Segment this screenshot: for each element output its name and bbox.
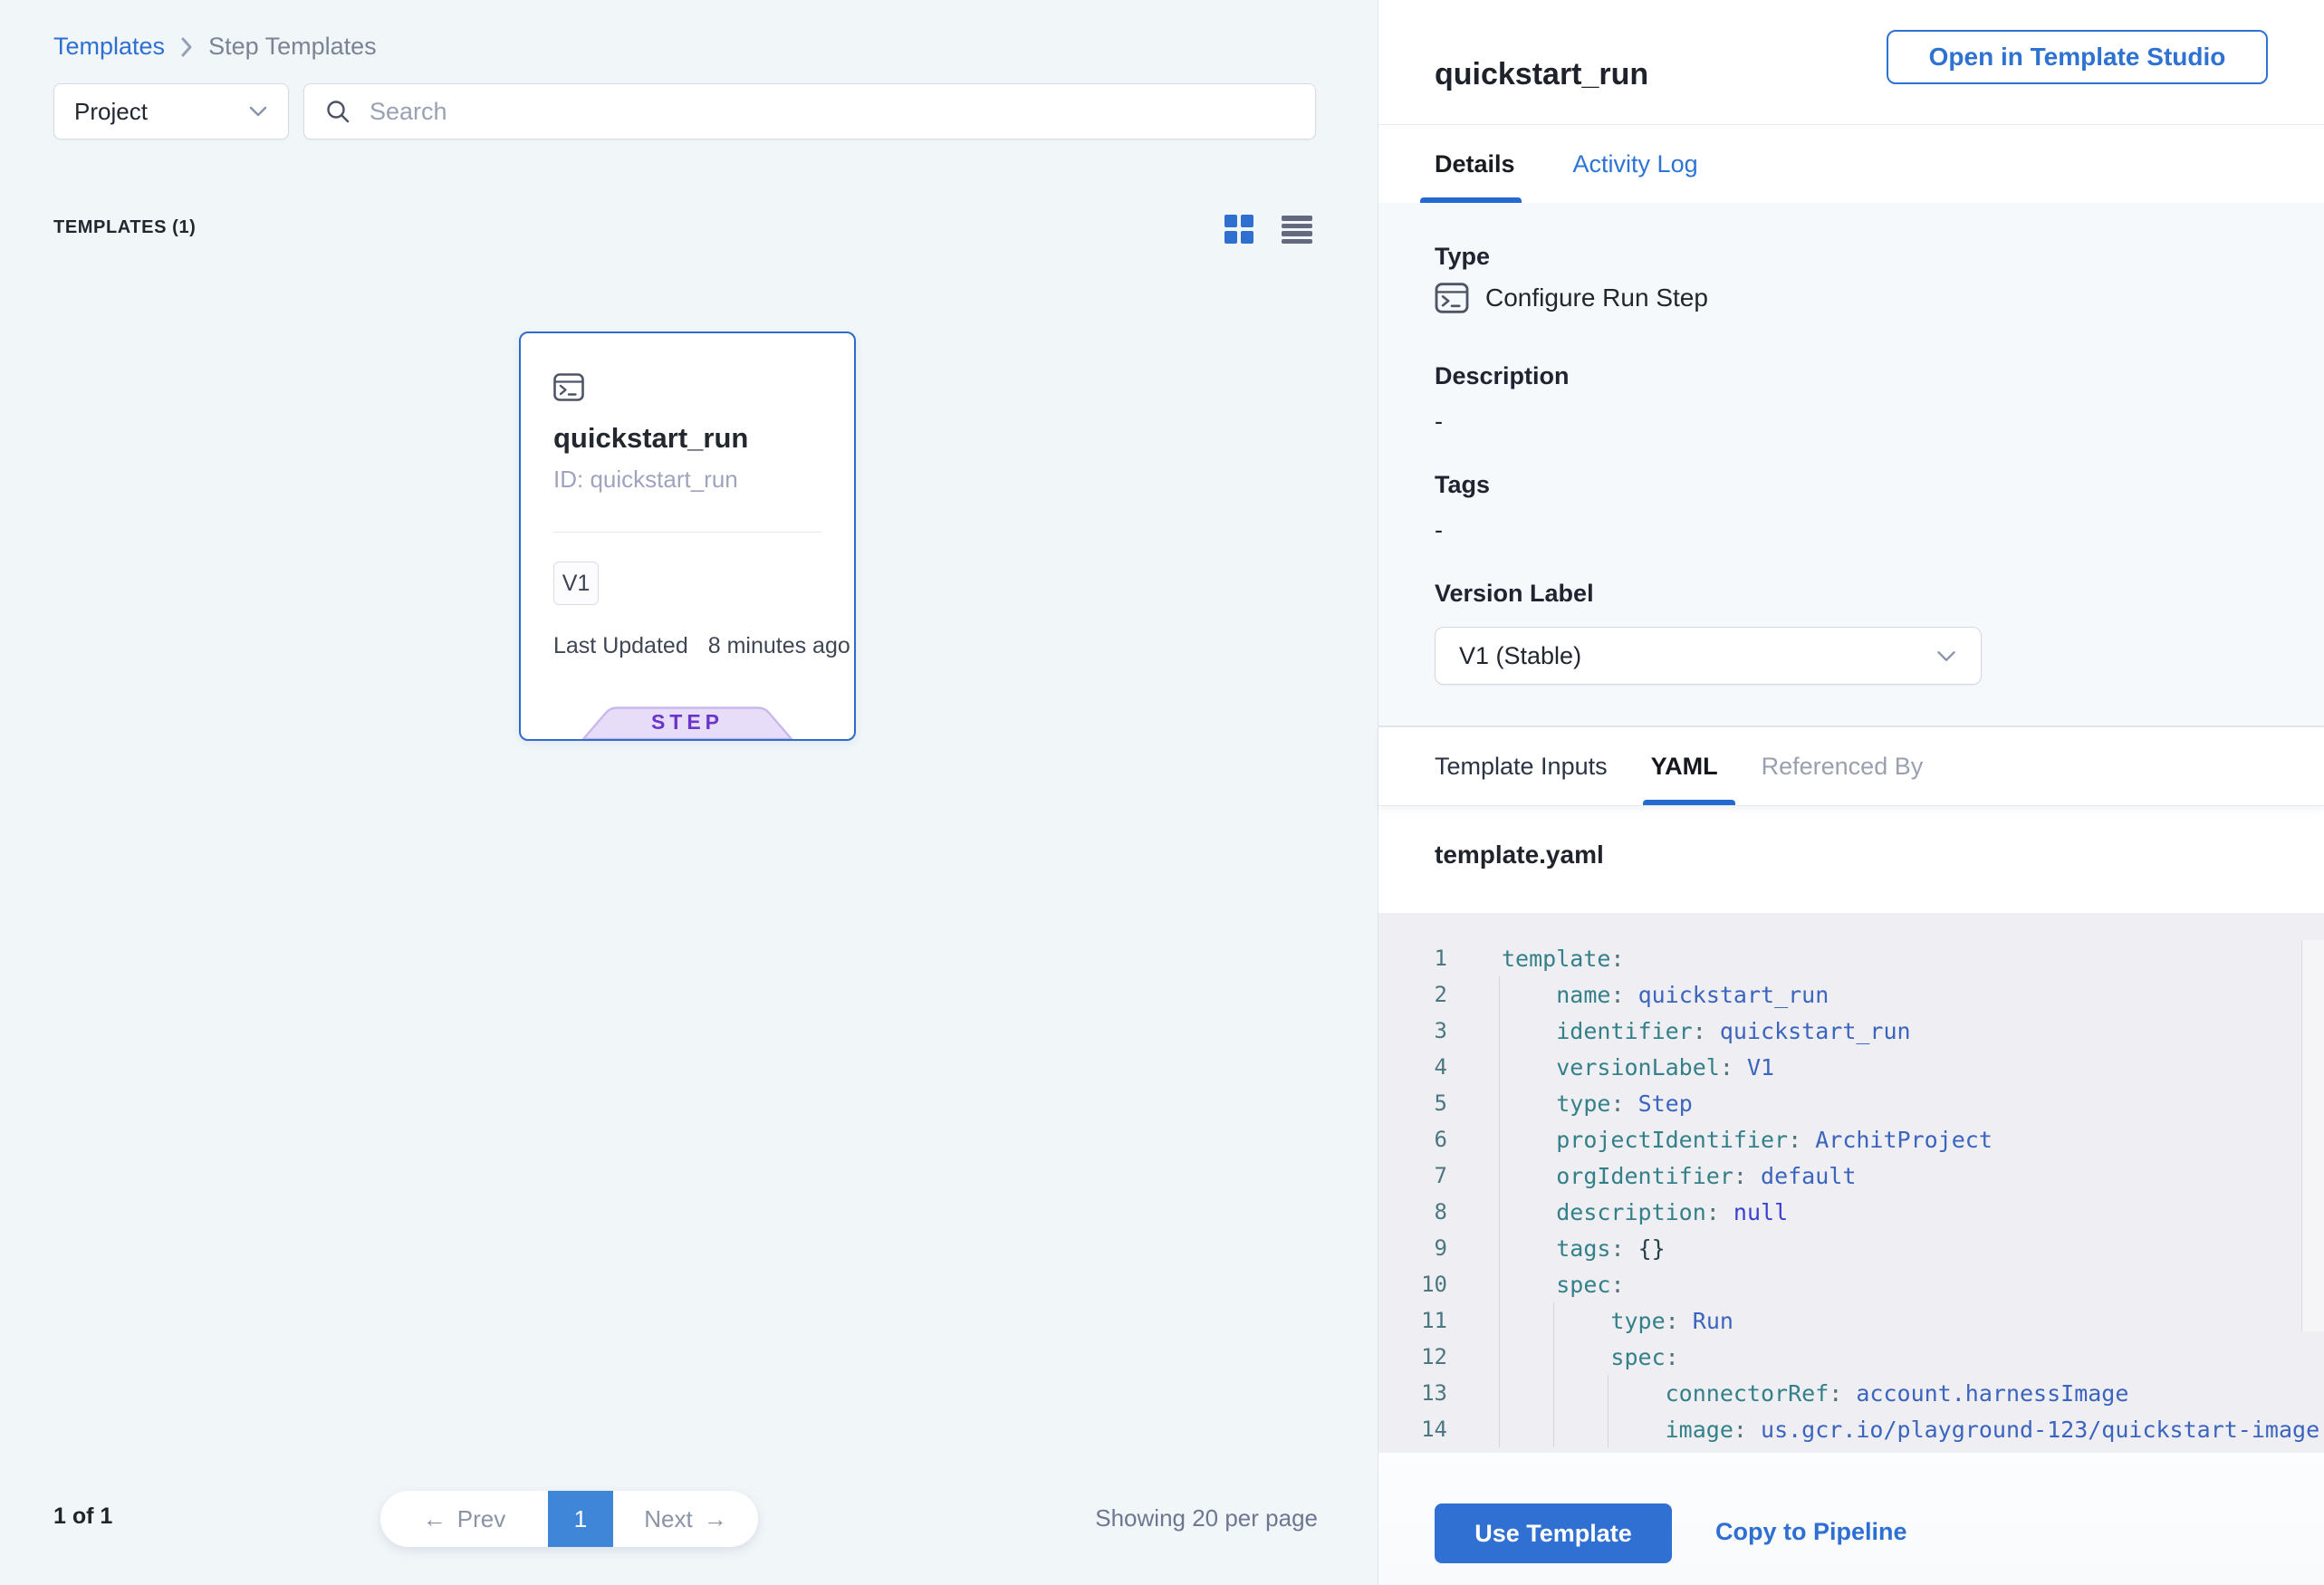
last-updated-label: Last Updated xyxy=(553,633,688,659)
version-label: Version Label xyxy=(1435,580,1594,608)
panel-title: quickstart_run xyxy=(1435,57,1648,92)
scope-select[interactable]: Project xyxy=(53,83,289,139)
description-value: - xyxy=(1435,408,1443,436)
next-label: Next xyxy=(644,1505,692,1533)
prev-label: Prev xyxy=(457,1505,505,1533)
arrow-left-icon: ← xyxy=(423,1505,447,1533)
tags-label: Tags xyxy=(1435,471,1490,499)
yaml-line: 4 versionLabel: V1 xyxy=(1378,1049,2324,1085)
page-1-button[interactable]: 1 xyxy=(548,1491,613,1547)
scope-select-value: Project xyxy=(74,98,248,126)
template-list-panel: Templates Step Templates Project TEMPLAT… xyxy=(0,0,1378,1585)
details-section: Type Configure Run Step Description - Ta… xyxy=(1378,203,2324,726)
version-badge: V1 xyxy=(553,562,599,605)
tab-template-inputs[interactable]: Template Inputs xyxy=(1435,753,1608,781)
prev-page-button[interactable]: ← Prev xyxy=(380,1491,548,1547)
search-box xyxy=(303,83,1316,139)
template-details-panel: quickstart_run Open in Template Studio D… xyxy=(1378,0,2324,1585)
yaml-code-block: 1template:2 name: quickstart_run3 identi… xyxy=(1378,913,2324,1453)
copy-to-pipeline-link[interactable]: Copy to Pipeline xyxy=(1715,1518,1907,1546)
view-toggles xyxy=(1224,214,1312,244)
card-last-updated: Last Updated 8 minutes ago xyxy=(553,633,850,659)
tab-details[interactable]: Details xyxy=(1435,150,1515,178)
grid-view-icon[interactable] xyxy=(1224,215,1253,244)
indent-guide xyxy=(1499,976,1500,1447)
yaml-line: 10 spec: xyxy=(1378,1266,2324,1302)
card-id: ID: quickstart_run xyxy=(553,466,738,494)
yaml-line: 2 name: quickstart_run xyxy=(1378,976,2324,1013)
details-tabbar: Details Activity Log xyxy=(1378,124,2324,203)
version-select-value: V1 (Stable) xyxy=(1459,642,1935,670)
terminal-icon xyxy=(553,373,584,401)
list-view-icon[interactable] xyxy=(1282,214,1312,244)
step-ribbon: STEP xyxy=(580,706,795,739)
panel-footer: Use Template Copy to Pipeline xyxy=(1378,1453,2324,1585)
last-updated-value: 8 minutes ago xyxy=(708,633,850,659)
chevron-right-icon xyxy=(179,35,194,59)
terminal-icon xyxy=(1435,283,1469,313)
chevron-down-icon xyxy=(1935,649,1957,663)
tags-value: - xyxy=(1435,516,1443,544)
yaml-line: 5 type: Step xyxy=(1378,1085,2324,1121)
search-input[interactable] xyxy=(368,97,1295,127)
step-ribbon-label: STEP xyxy=(580,710,795,735)
yaml-line: 14 image: us.gcr.io/playground-123/quick… xyxy=(1378,1411,2324,1447)
pagination: ← Prev 1 Next → xyxy=(380,1491,758,1547)
indent-guide xyxy=(1553,1302,1554,1447)
templates-page: Templates Step Templates Project TEMPLAT… xyxy=(0,0,2324,1585)
yaml-line: 8 description: null xyxy=(1378,1194,2324,1230)
use-template-button[interactable]: Use Template xyxy=(1435,1503,1672,1563)
type-label: Type xyxy=(1435,243,1490,271)
card-divider xyxy=(553,532,821,533)
yaml-line: 1template: xyxy=(1378,940,2324,976)
yaml-line: 12 spec: xyxy=(1378,1339,2324,1375)
type-value-row: Configure Run Step xyxy=(1435,283,1708,313)
active-tab-indicator xyxy=(1643,800,1735,805)
template-card[interactable]: quickstart_run ID: quickstart_run V1 Las… xyxy=(519,331,856,741)
yaml-line: 7 orgIdentifier: default xyxy=(1378,1158,2324,1194)
indent-guide xyxy=(1608,1375,1609,1447)
version-select[interactable]: V1 (Stable) xyxy=(1435,627,1982,685)
breadcrumb: Templates Step Templates xyxy=(53,33,377,61)
yaml-code-lines: 1template:2 name: quickstart_run3 identi… xyxy=(1378,913,2324,1447)
yaml-file-name: template.yaml xyxy=(1435,841,1604,869)
tab-activity-log[interactable]: Activity Log xyxy=(1573,150,1698,178)
yaml-tabbar: Template Inputs YAML Referenced By xyxy=(1378,726,2324,806)
tab-referenced-by[interactable]: Referenced By xyxy=(1762,753,1924,781)
breadcrumb-current: Step Templates xyxy=(208,33,377,61)
open-in-template-studio-button[interactable]: Open in Template Studio xyxy=(1887,30,2268,84)
showing-per-page-label: Showing 20 per page xyxy=(1095,1504,1318,1532)
card-title: quickstart_run xyxy=(553,422,748,455)
chevron-down-icon xyxy=(248,105,268,118)
yaml-line: 6 projectIdentifier: ArchitProject xyxy=(1378,1121,2324,1158)
type-value: Configure Run Step xyxy=(1485,283,1708,312)
yaml-line: 13 connectorRef: account.harnessImage xyxy=(1378,1375,2324,1411)
code-scrollbar-track[interactable] xyxy=(2301,940,2324,1331)
page-count-label: 1 of 1 xyxy=(53,1503,112,1530)
templates-count-heading: TEMPLATES (1) xyxy=(53,217,196,238)
yaml-line: 9 tags: {} xyxy=(1378,1230,2324,1266)
next-page-button[interactable]: Next → xyxy=(613,1491,758,1547)
description-label: Description xyxy=(1435,362,1570,390)
breadcrumb-templates-link[interactable]: Templates xyxy=(53,33,165,61)
arrow-right-icon: → xyxy=(704,1505,727,1533)
search-icon xyxy=(324,98,351,125)
tab-yaml[interactable]: YAML xyxy=(1651,753,1718,781)
yaml-line: 11 type: Run xyxy=(1378,1302,2324,1339)
yaml-line: 3 identifier: quickstart_run xyxy=(1378,1013,2324,1049)
